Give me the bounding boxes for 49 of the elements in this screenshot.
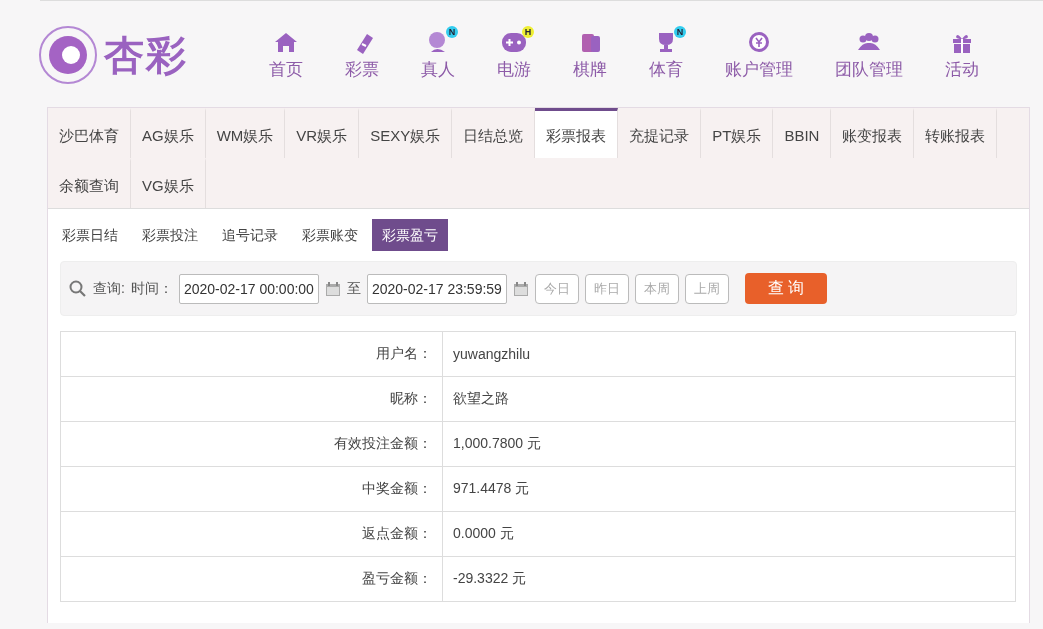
nav-link[interactable]: 首页 xyxy=(248,29,324,81)
field-value: yuwangzhilu xyxy=(442,331,1016,377)
badge: H xyxy=(522,25,534,38)
report-tab[interactable]: 转账报表 xyxy=(914,108,998,158)
calendar-icon[interactable] xyxy=(512,280,529,297)
sub-tab[interactable]: 追号记录 xyxy=(212,219,288,251)
nav-link[interactable]: 团队管理 xyxy=(814,29,924,81)
yen-coin-icon xyxy=(746,29,772,54)
nav-link[interactable]: 彩票 xyxy=(324,29,400,81)
nav-link[interactable]: 账户管理 xyxy=(704,29,814,81)
report-tab[interactable]: 余额查询 xyxy=(48,158,131,208)
time-label: 时间： xyxy=(130,279,173,298)
report-tab[interactable]: VR娱乐 xyxy=(285,108,360,158)
field-label: 盈亏金额： xyxy=(60,556,443,602)
search-icon xyxy=(69,279,87,298)
field-label: 返点金额： xyxy=(60,511,443,557)
sub-tab[interactable]: 彩票日结 xyxy=(52,219,128,251)
sub-tab[interactable]: 彩票投注 xyxy=(132,219,208,251)
calendar-icon[interactable] xyxy=(324,280,341,297)
report-tab[interactable]: PT娱乐 xyxy=(701,108,774,158)
end-time-field[interactable]: 2020-02-17 23:59:59 xyxy=(366,273,507,304)
nav-link[interactable]: 活动 xyxy=(924,29,1000,81)
nav-link[interactable]: 棋牌 xyxy=(552,29,628,81)
report-tab[interactable]: WM娱乐 xyxy=(205,108,286,158)
logo-text[interactable]: 杏彩 xyxy=(104,27,188,83)
field-value: 1,000.7800 元 xyxy=(442,421,1016,467)
badge: N xyxy=(446,25,458,38)
report-tab[interactable]: BBIN xyxy=(773,108,832,158)
report-tab[interactable]: AG娱乐 xyxy=(131,108,206,158)
field-label: 昵称： xyxy=(60,376,443,422)
query-label: 查询: xyxy=(93,279,125,298)
report-tab[interactable]: VG娱乐 xyxy=(131,158,206,208)
to-label: 至 xyxy=(346,279,361,298)
field-value: 971.4478 元 xyxy=(442,466,1016,512)
report-tab[interactable]: 沙巴体育 xyxy=(48,108,131,158)
report-tab[interactable]: 充提记录 xyxy=(618,108,702,158)
report-tab[interactable]: 账变报表 xyxy=(831,108,915,158)
field-value: -29.3322 元 xyxy=(442,556,1016,602)
report-tab[interactable]: SEXY娱乐 xyxy=(359,108,453,158)
field-label: 中奖金额： xyxy=(60,466,443,512)
field-value: 0.0000 元 xyxy=(442,511,1016,557)
report-tab[interactable]: 彩票报表 xyxy=(535,108,619,158)
badge: N xyxy=(674,25,686,38)
field-value: 欲望之路 xyxy=(442,376,1016,422)
field-label: 用户名： xyxy=(60,331,443,377)
sub-tab[interactable]: 彩票账变 xyxy=(292,219,368,251)
sub-tab[interactable]: 彩票盈亏 xyxy=(372,219,448,251)
field-label: 有效投注金额： xyxy=(60,421,443,467)
start-time-field[interactable]: 2020-02-17 00:00:00 xyxy=(178,273,319,304)
